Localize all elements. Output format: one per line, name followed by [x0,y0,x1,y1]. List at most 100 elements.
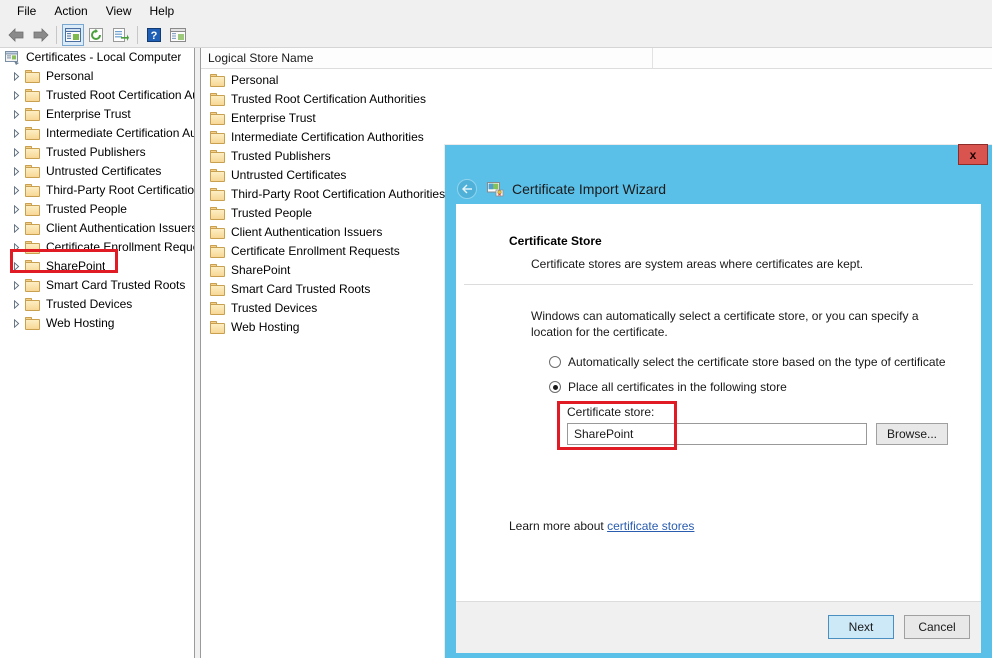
option-place-in-store-label: Place all certificates in the following … [568,380,787,394]
list-item[interactable]: Trusted Root Certification Authorities [201,90,992,109]
wizard-page-body: Windows can automatically select a certi… [456,285,981,445]
option-auto-select[interactable]: Automatically select the certificate sto… [531,355,981,369]
chevron-right-icon[interactable] [10,298,23,311]
wizard-footer-buttons: Next Cancel [818,615,970,639]
chevron-right-icon[interactable] [10,260,23,273]
close-icon[interactable]: x [958,144,988,165]
column-header-logical-store-name[interactable]: Logical Store Name [201,48,653,68]
tree-item-label: Third-Party Root Certification [46,183,194,197]
column-header-empty[interactable] [653,48,992,68]
browse-button[interactable]: Browse... [876,423,948,445]
tree-item[interactable]: Personal [0,67,194,86]
certificate-store-input[interactable] [567,423,867,445]
certificate-store-caption: Certificate store: [567,405,655,419]
cancel-button[interactable]: Cancel [904,615,970,639]
tree-item[interactable]: Trusted People [0,200,194,219]
learn-more-prefix: Learn more about [509,519,608,533]
menu-item-help[interactable]: Help [141,1,184,21]
wizard-title: Certificate Import Wizard [512,181,667,197]
chevron-right-icon[interactable] [10,317,23,330]
folder-icon [210,264,226,277]
chevron-right-icon[interactable] [10,70,23,83]
tree-root-certificates[interactable]: Certificates - Local Computer [0,48,194,67]
console-tree-pane[interactable]: Certificates - Local Computer Personal Tr… [0,48,195,658]
menu-item-view[interactable]: View [97,1,141,21]
chevron-right-icon[interactable] [10,279,23,292]
tree-item[interactable]: Certificate Enrollment Reques [0,238,194,257]
tree-item[interactable]: Web Hosting [0,314,194,333]
back-icon[interactable] [5,24,27,46]
chevron-right-icon[interactable] [10,165,23,178]
folder-icon [25,260,41,273]
chevron-right-icon[interactable] [10,222,23,235]
list-item-label: Trusted Devices [231,301,318,315]
list-item-label: Web Hosting [231,320,300,334]
chevron-right-icon[interactable] [10,108,23,121]
certificate-wizard-icon [487,181,504,197]
tree-item[interactable]: Smart Card Trusted Roots [0,276,194,295]
show-hide-console-tree-icon[interactable] [62,23,84,46]
svg-text:?: ? [151,30,158,42]
help-icon[interactable]: ? [143,24,165,46]
radio-place-in-store[interactable] [549,381,561,393]
toolbar-separator [137,25,138,44]
tree-item-label: Personal [46,69,94,83]
tree-item-label: SharePoint [46,259,106,273]
certificate-import-wizard-dialog[interactable]: x Certificate Import Wizard Certificate … [445,144,992,658]
chevron-right-icon[interactable] [10,241,23,254]
properties-icon[interactable] [167,24,189,46]
menu-item-file[interactable]: File [8,1,45,21]
tree-item-label: Intermediate Certification Au [46,126,194,140]
certificate-stores-link[interactable]: certificate stores [607,519,694,533]
next-button[interactable]: Next [828,615,894,639]
tree-item-label: Enterprise Trust [46,107,131,121]
wizard-page-header: Certificate Store Certificate stores are… [456,204,981,271]
folder-icon [210,321,226,334]
folder-icon [210,245,226,258]
tree-item[interactable]: Intermediate Certification Au [0,124,194,143]
tree-root-label: Certificates - Local Computer [26,50,182,64]
folder-icon [25,203,41,216]
folder-icon [25,165,41,178]
tree-item[interactable]: Third-Party Root Certification [0,181,194,200]
folder-icon [210,207,226,220]
forward-icon[interactable] [29,24,51,46]
folder-icon [25,89,41,102]
chevron-right-icon[interactable] [10,203,23,216]
tree-item[interactable]: Trusted Devices [0,295,194,314]
chevron-right-icon[interactable] [10,184,23,197]
folder-icon [210,188,226,201]
radio-auto-select[interactable] [549,356,561,368]
list-item[interactable]: Personal [201,71,992,90]
page-subtitle: Certificate stores are system areas wher… [531,257,864,271]
page-title: Certificate Store [509,234,602,248]
list-item-label: Client Authentication Issuers [231,225,383,239]
tree-item[interactable]: Client Authentication Issuers [0,219,194,238]
option-auto-select-label: Automatically select the certificate sto… [568,355,946,369]
folder-icon [25,222,41,235]
option-place-in-store[interactable]: Place all certificates in the following … [531,380,981,394]
folder-icon [25,108,41,121]
chevron-right-icon[interactable] [10,146,23,159]
tree-item[interactable]: Untrusted Certificates [0,162,194,181]
toolbar: ? [0,22,992,48]
export-list-icon[interactable] [110,24,132,46]
wizard-title-row: Certificate Import Wizard [457,179,666,199]
back-icon[interactable] [457,179,477,199]
chevron-right-icon[interactable] [10,89,23,102]
tree-item[interactable]: Trusted Publishers [0,143,194,162]
chevron-right-icon[interactable] [10,127,23,140]
folder-icon [25,298,41,311]
tree-item-label: Smart Card Trusted Roots [46,278,186,292]
menu-item-action[interactable]: Action [45,1,96,21]
refresh-icon[interactable] [86,24,108,46]
tree-item[interactable]: Enterprise Trust [0,105,194,124]
wizard-page: Certificate Store Certificate stores are… [456,204,981,601]
tree-item[interactable]: Trusted Root Certification Au [0,86,194,105]
list-item-label: Trusted Publishers [231,149,331,163]
folder-icon [210,169,226,182]
folder-icon [25,317,41,330]
list-item[interactable]: Enterprise Trust [201,109,992,128]
folder-icon [210,74,226,87]
tree-item[interactable]: SharePoint [0,257,194,276]
